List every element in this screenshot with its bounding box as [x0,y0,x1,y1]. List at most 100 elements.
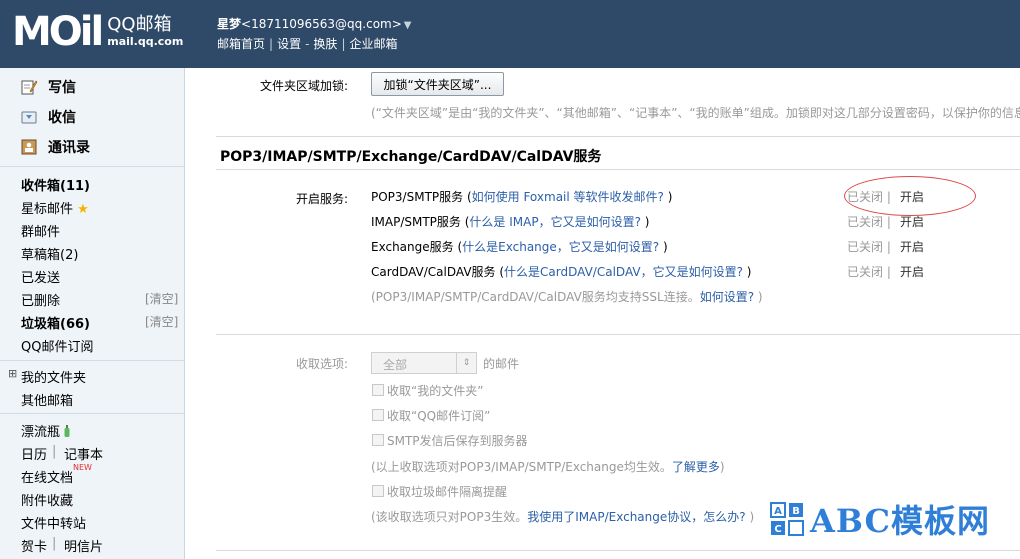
nav-enterprise-mail[interactable]: 企业邮箱 [349,37,397,51]
new-badge: NEW [73,463,92,472]
settings-content: 文件夹区域加锁: 加锁“文件夹区域”... (“文件夹区域”是由“我的文件夹”、… [186,68,1020,559]
bottle-icon [64,425,70,440]
logo-mark: MOil [12,9,104,55]
sidebar-item-attachments[interactable]: 附件收藏 [21,490,73,509]
svg-text:A: A [774,506,782,517]
checkbox-my-folders[interactable] [372,384,384,396]
sidebar-item-starred[interactable]: 星标邮件 ★ [21,198,89,217]
learn-more-link[interactable]: 了解更多 [672,460,720,474]
highlight-ellipse [844,176,976,216]
service-name: POP3/SMTP服务 [371,190,464,204]
sidebar-item-postcard[interactable]: 明信片 [64,536,103,555]
sidebar-item-online-docs[interactable]: 在线文档 [21,467,73,486]
sidebar-divider [0,360,184,361]
watermark-text: ABC模板网 [810,502,990,540]
status-off: 已关闭 | [847,215,891,229]
enable-exchange-link[interactable]: 开启 [900,238,924,255]
chevron-down-icon[interactable]: ▼ [404,20,412,31]
clear-spam-link[interactable]: [清空] [145,313,178,330]
sidebar-item-calendar[interactable]: 日历 [21,444,47,463]
service-help-link[interactable]: 什么是 IMAP，它又是如何设置? [469,215,641,229]
sidebar-item-cards[interactable]: 贺卡 [21,536,47,555]
ssl-howto-link[interactable]: 如何设置? [700,290,754,304]
sidebar-item-spam[interactable]: 垃圾箱(66) [21,313,90,332]
receive-button[interactable]: 收信 [20,107,76,127]
inbox-tray-icon [20,108,38,126]
status-off: 已关闭 | [847,240,891,254]
sidebar-item-sent[interactable]: 已发送 [21,267,60,286]
divider [216,169,1020,170]
sidebar-item-drift-bottle[interactable]: 漂流瓶 [21,421,70,440]
lock-description: (“文件夹区域”是由“我的文件夹”、“其他邮箱”、“记事本”、“我的账单”组成。… [371,106,1020,120]
expand-toggle-icon[interactable]: ⊞ [8,367,17,380]
service-name: Exchange服务 [371,240,454,254]
status-off: 已关闭 | [847,265,891,279]
sidebar-item-memo[interactable]: 记事本 [64,444,103,463]
enable-services-label: 开启服务: [296,192,349,206]
pencil-icon [20,78,38,96]
checkbox-subscriptions[interactable] [372,409,384,421]
select-arrows-icon: ⇕ [456,353,476,373]
sidebar-item-other-mail[interactable]: 其他邮箱 [21,390,73,409]
svg-text:B: B [792,506,800,517]
enable-carddav-caldav-link[interactable]: 开启 [900,263,924,280]
header-nav: 邮箱首页 | 设置 - 换肤 | 企业邮箱 [217,37,398,51]
receive-options-label: 收取选项: [296,357,349,371]
service-row: Exchange服务 (什么是Exchange，它又是如何设置? ) [371,240,668,254]
checkbox-smtp-save[interactable] [372,434,384,446]
imap-exchange-help-link[interactable]: 我使用了IMAP/Exchange协议，怎么办? [527,510,745,524]
receive-select[interactable]: 全部 ⇕ [371,352,477,374]
service-help-link[interactable]: 什么是Exchange，它又是如何设置? [462,240,659,254]
sidebar: 写信 收信 通讯录 收件箱(11) 星标邮件 ★ 群邮件 草稿箱(2) 已发送 … [0,68,185,559]
service-row: CardDAV/CalDAV服务 (什么是CardDAV/CalDAV，它又是如… [371,265,752,279]
sidebar-item-deleted[interactable]: 已删除 [21,290,60,309]
section-title: POP3/IMAP/SMTP/Exchange/CardDAV/CalDAV服务 [220,149,602,165]
clear-deleted-link[interactable]: [清空] [145,290,178,307]
sidebar-item-subscriptions[interactable]: QQ邮件订阅 [21,336,93,355]
divider [216,550,1020,551]
sidebar-item-my-folders[interactable]: 我的文件夹 [21,367,86,386]
checkbox-label: 收取垃圾邮件隔离提醒 [387,485,508,499]
divider [216,334,1020,335]
nav-skin[interactable]: 换肤 [313,37,337,51]
address-book-icon [20,138,38,156]
service-help-link[interactable]: 什么是CardDAV/CalDAV，它又是如何设置? [504,265,743,279]
user-email: <18711096563@qq.com> [241,17,402,31]
checkbox-label: SMTP发信后保存到服务器 [387,434,528,448]
sidebar-divider [0,166,184,167]
checkbox-label: 收取“我的文件夹” [387,384,484,398]
svg-text:C: C [774,524,781,535]
star-icon: ★ [77,202,89,217]
watermark-logo-icon: A B C [770,502,804,536]
lock-folders-button[interactable]: 加锁“文件夹区域”... [371,72,504,96]
checkbox-spam-reminder[interactable] [372,485,384,497]
user-name: 星梦 [217,17,242,31]
watermark: A B C ABC模板网 [770,496,990,542]
service-help-link[interactable]: 如何使用 Foxmail 等软件收发邮件? [472,190,664,204]
sidebar-item-inbox[interactable]: 收件箱(11) [21,175,90,194]
account-switcher[interactable]: 星梦<18711096563@qq.com> ▼ [217,15,412,32]
checkbox-label: 收取“QQ邮件订阅” [387,409,491,423]
service-row: POP3/SMTP服务 (如何使用 Foxmail 等软件收发邮件? ) [371,190,673,204]
logo-domain: mail.qq.com [107,35,184,48]
receive-suffix: 的邮件 [483,357,520,371]
logo-product-name: QQ邮箱 [107,14,172,35]
sidebar-item-drafts[interactable]: 草稿箱(2) [21,244,78,263]
pop3-note: (该收取选项只对POP3生效。我使用了IMAP/Exchange协议，怎么办? … [371,510,755,524]
lock-label: 文件夹区域加锁: [260,79,349,93]
service-name: IMAP/SMTP服务 [371,215,461,229]
top-header: MOil QQ邮箱 mail.qq.com 星梦<18711096563@qq.… [0,0,1020,68]
qq-mail-logo[interactable]: MOil QQ邮箱 mail.qq.com [12,12,183,52]
ssl-note: (POP3/IMAP/SMTP/CardDAV/CalDAV服务均支持SSL连接… [371,290,763,304]
nav-mail-home[interactable]: 邮箱首页 [217,37,265,51]
divider [216,136,1020,137]
service-name: CardDAV/CalDAV服务 [371,265,496,279]
sidebar-item-file-transfer[interactable]: 文件中转站 [21,513,86,532]
sidebar-divider [0,413,184,414]
sidebar-item-group-mail[interactable]: 群邮件 [21,221,60,240]
service-row: IMAP/SMTP服务 (什么是 IMAP，它又是如何设置? ) [371,215,650,229]
contacts-button[interactable]: 通讯录 [20,137,90,157]
compose-button[interactable]: 写信 [20,77,76,97]
nav-settings[interactable]: 设置 [277,37,301,51]
receive-note: (以上收取选项对POP3/IMAP/SMTP/Exchange均生效。了解更多) [371,460,725,474]
